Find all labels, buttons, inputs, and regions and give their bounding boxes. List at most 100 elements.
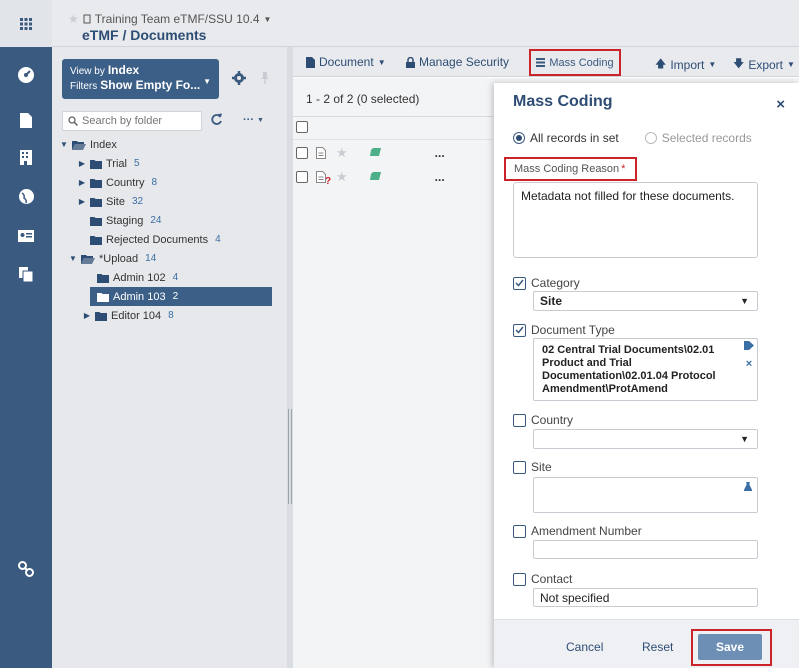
folder-icon bbox=[97, 273, 109, 283]
pin-icon[interactable] bbox=[260, 71, 270, 85]
table-row[interactable]: ★ ... bbox=[296, 145, 445, 161]
refresh-icon[interactable] bbox=[210, 113, 223, 126]
tree-item[interactable]: ▼ *Upload 14 bbox=[69, 249, 156, 268]
row-checkbox[interactable] bbox=[296, 171, 308, 183]
tree-item[interactable]: Admin 103 2 bbox=[90, 287, 272, 306]
tree-item-label: *Upload bbox=[99, 252, 139, 265]
view-by-dropdown[interactable]: View by Index Filters Show Empty Fo... ▼ bbox=[62, 59, 219, 99]
category-select[interactable]: Site ▼ bbox=[533, 291, 758, 311]
document-menu-button[interactable]: Document ▼ bbox=[306, 55, 386, 69]
import-button[interactable]: 🡅 Import ▼ bbox=[655, 55, 716, 74]
checkbox-unchecked-icon[interactable] bbox=[513, 524, 526, 538]
export-button[interactable]: 🡇 Export ▼ bbox=[733, 55, 795, 74]
flask-icon[interactable] bbox=[744, 482, 752, 491]
tree-item-label: Index bbox=[90, 138, 117, 151]
folder-more-menu[interactable]: ··· ▼ bbox=[243, 114, 264, 126]
tree-item-label: Country bbox=[106, 176, 145, 189]
table-row[interactable]: ? ★ ... bbox=[296, 169, 445, 187]
caret-right-icon[interactable]: ▶ bbox=[83, 311, 91, 320]
radio-selected-label: Selected records bbox=[661, 131, 752, 145]
book-icon[interactable] bbox=[369, 148, 382, 158]
contact-checkbox-row[interactable]: Contact bbox=[513, 572, 572, 586]
gear-icon[interactable] bbox=[232, 71, 246, 85]
checkbox-unchecked-icon[interactable] bbox=[513, 572, 526, 586]
dashboard-icon[interactable] bbox=[16, 65, 36, 85]
tree-item-label: Staging bbox=[106, 214, 144, 227]
checkbox-unchecked-icon[interactable] bbox=[513, 413, 526, 427]
category-checkbox-row[interactable]: Category bbox=[513, 276, 580, 290]
documents-icon[interactable] bbox=[16, 110, 36, 130]
folder-search-field[interactable] bbox=[62, 111, 202, 131]
radio-unselected-icon[interactable] bbox=[644, 132, 657, 144]
row-divider bbox=[293, 139, 493, 140]
tree-item[interactable]: Rejected Documents 4 bbox=[90, 230, 221, 249]
checkbox-checked-icon[interactable] bbox=[513, 276, 526, 290]
document-type-field[interactable]: 02 Central Trial Documents\02.01 Product… bbox=[533, 338, 758, 401]
favorite-star-icon[interactable]: ★ bbox=[68, 12, 79, 26]
amendment-checkbox-row[interactable]: Amendment Number bbox=[513, 524, 642, 538]
tree-item[interactable]: Admin 102 4 bbox=[97, 268, 178, 287]
caret-right-icon[interactable]: ▶ bbox=[78, 178, 86, 187]
left-nav bbox=[0, 47, 52, 668]
tree-item[interactable]: ▶ Trial 5 bbox=[78, 154, 140, 173]
mass-coding-button[interactable]: Mass Coding bbox=[529, 49, 621, 76]
folder-open-icon bbox=[81, 254, 95, 264]
chevron-down-icon: ▼ bbox=[203, 77, 211, 86]
radio-selected-icon[interactable] bbox=[513, 132, 525, 144]
contact-card-icon[interactable] bbox=[16, 226, 36, 246]
document-type-label: Document Type bbox=[531, 323, 615, 337]
copy-icon[interactable] bbox=[16, 264, 36, 284]
close-icon[interactable]: × bbox=[776, 96, 785, 113]
site-checkbox-row[interactable]: Site bbox=[513, 460, 552, 474]
radio-selected-records[interactable]: Selected records bbox=[644, 131, 752, 145]
clear-icon[interactable]: × bbox=[746, 358, 752, 371]
star-icon[interactable]: ★ bbox=[336, 145, 348, 161]
manage-security-button[interactable]: Manage Security bbox=[406, 55, 509, 69]
country-checkbox-row[interactable]: Country bbox=[513, 413, 573, 427]
caret-down-icon[interactable]: ▼ bbox=[69, 254, 77, 263]
tree-item[interactable]: ▶ Editor 104 8 bbox=[83, 306, 174, 325]
globe-icon[interactable] bbox=[16, 186, 36, 206]
amendment-number-field[interactable] bbox=[533, 540, 758, 559]
save-button[interactable]: Save bbox=[698, 634, 762, 660]
country-select[interactable]: ▼ bbox=[533, 429, 758, 449]
document-icon[interactable] bbox=[316, 147, 326, 159]
document-warning-icon[interactable]: ? bbox=[316, 171, 331, 187]
building-icon[interactable] bbox=[16, 147, 36, 167]
reason-label-text: Mass Coding Reason bbox=[514, 163, 620, 175]
study-selector[interactable]: ★ Training Team eTMF/SSU 10.4 ▼ bbox=[68, 12, 271, 26]
contact-field[interactable]: Not specified bbox=[533, 588, 758, 607]
tree-item-label: Admin 102 bbox=[113, 271, 166, 284]
caret-right-icon[interactable]: ▶ bbox=[78, 197, 86, 206]
search-input[interactable] bbox=[82, 115, 192, 127]
more-icon[interactable]: ... bbox=[435, 170, 445, 184]
app-launcher-button[interactable] bbox=[0, 0, 52, 47]
document-type-checkbox-row[interactable]: Document Type bbox=[513, 323, 615, 337]
tree-item[interactable]: ▶ Country 8 bbox=[78, 173, 157, 192]
select-all-checkbox[interactable] bbox=[296, 121, 308, 133]
book-icon[interactable] bbox=[369, 172, 382, 182]
star-icon[interactable]: ★ bbox=[336, 169, 348, 185]
checkbox-checked-icon[interactable] bbox=[513, 323, 526, 337]
document-type-actions: × bbox=[743, 341, 755, 371]
cancel-button[interactable]: Cancel bbox=[566, 640, 603, 654]
radio-all-records[interactable]: All records in set bbox=[513, 131, 619, 145]
checkbox-unchecked-icon[interactable] bbox=[513, 460, 526, 474]
link-icon[interactable] bbox=[16, 559, 36, 579]
caret-right-icon[interactable]: ▶ bbox=[78, 159, 86, 168]
reset-button[interactable]: Reset bbox=[642, 640, 673, 654]
more-icon[interactable]: ... bbox=[435, 146, 445, 160]
tag-icon[interactable] bbox=[744, 341, 754, 350]
site-field[interactable] bbox=[533, 477, 758, 513]
splitter-grip[interactable] bbox=[288, 409, 292, 504]
tree-item[interactable]: ▼ Index bbox=[60, 135, 124, 154]
chevron-down-icon: ▼ bbox=[257, 116, 264, 124]
mass-coding-dialog: Mass Coding × All records in set Selecte… bbox=[494, 83, 799, 668]
view-by-value: Index bbox=[107, 63, 140, 77]
tree-item[interactable]: Staging 24 bbox=[90, 211, 161, 230]
tree-item[interactable]: ▶ Site 32 bbox=[78, 192, 143, 211]
row-checkbox[interactable] bbox=[296, 147, 308, 159]
reason-textarea[interactable]: Metadata not filled for these documents. bbox=[513, 182, 758, 258]
caret-down-icon[interactable]: ▼ bbox=[60, 140, 68, 149]
folder-icon bbox=[90, 197, 102, 207]
